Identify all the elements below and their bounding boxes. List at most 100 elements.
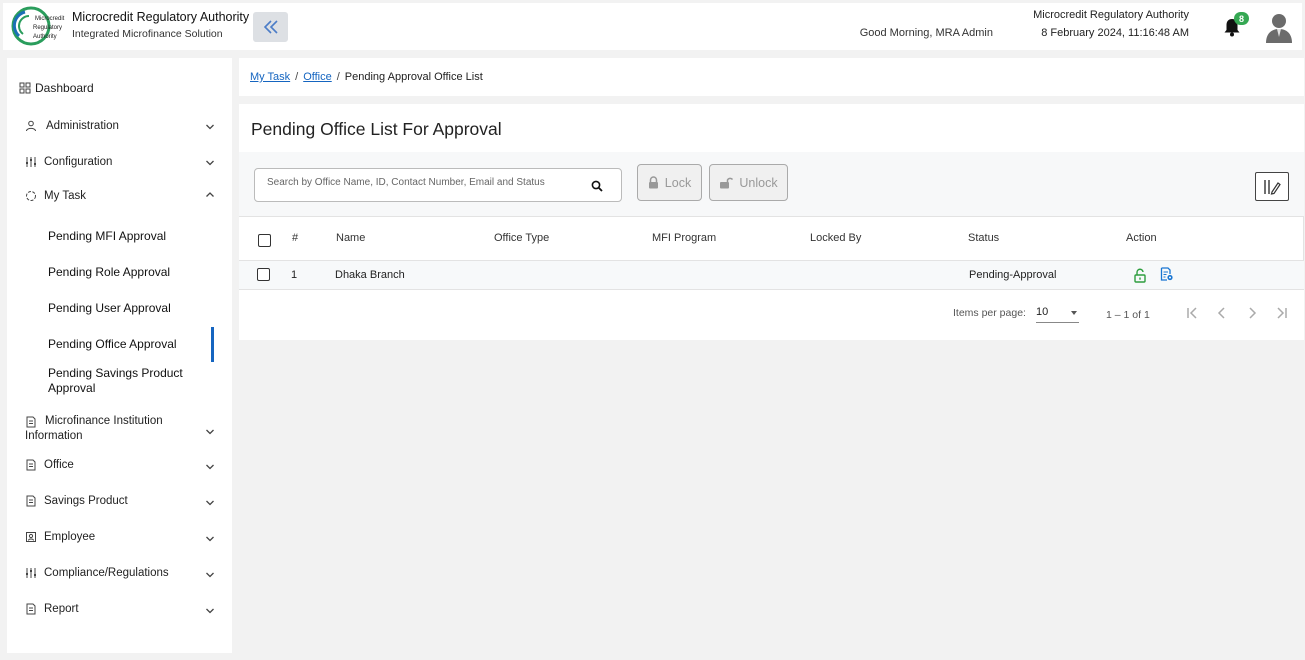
- breadcrumb-separator: /: [336, 71, 340, 83]
- column-settings-button[interactable]: [1255, 172, 1289, 201]
- table-header: # Name Office Type MFI Program Locked By…: [239, 216, 1304, 261]
- notification-badge: 8: [1234, 12, 1249, 25]
- unlock-label: Unlock: [739, 175, 778, 190]
- items-per-page-label: Items per page:: [953, 307, 1026, 319]
- collapse-sidebar-button[interactable]: [253, 12, 288, 42]
- sliders-icon: [26, 157, 36, 167]
- sidebar-item-office[interactable]: Office: [7, 457, 232, 473]
- unlock-action-icon[interactable]: [1134, 268, 1146, 283]
- sub-item-pending-savings[interactable]: Pending Savings Product Approval: [48, 366, 198, 396]
- table-row: 1 Dhaka Branch Pending-Approval: [239, 261, 1304, 290]
- breadcrumb: My Task / Office / Pending Approval Offi…: [239, 58, 1304, 96]
- sidebar-item-report[interactable]: Report: [7, 601, 232, 617]
- sidebar-item-label: Compliance/Regulations: [44, 567, 169, 579]
- chevron-down-icon: [206, 124, 214, 130]
- last-page-icon[interactable]: [1274, 305, 1290, 321]
- chevron-down-icon: [206, 572, 214, 578]
- column-header-locked-by[interactable]: Locked By: [810, 232, 861, 244]
- document-icon: [26, 495, 36, 507]
- sidebar-item-label: Office: [44, 459, 74, 471]
- sliders-icon: [26, 568, 36, 578]
- next-page-icon[interactable]: [1244, 305, 1260, 321]
- select-all-checkbox[interactable]: [258, 234, 271, 247]
- sidebar-item-mfi-information[interactable]: Microfinance Institution Information: [7, 414, 232, 444]
- active-indicator: [211, 327, 214, 362]
- chevron-down-icon: [206, 608, 214, 614]
- document-icon: [26, 603, 36, 615]
- top-header: Microcredit Regulatory Authority Microcr…: [3, 3, 1302, 50]
- sidebar-item-label: My Task: [44, 190, 86, 202]
- chevron-down-icon: [206, 160, 214, 166]
- search-icon[interactable]: [591, 180, 603, 192]
- cell-status: Pending-Approval: [969, 269, 1057, 281]
- lock-icon: [648, 176, 658, 189]
- items-per-page-select[interactable]: 10: [1036, 303, 1079, 323]
- breadcrumb-link-office[interactable]: Office: [303, 71, 332, 83]
- task-icon: [26, 191, 36, 201]
- first-page-icon[interactable]: [1184, 305, 1200, 321]
- office-list-card: Pending Office List For Approval Lock Un…: [239, 104, 1304, 340]
- column-header-mfi-program[interactable]: MFI Program: [652, 232, 716, 244]
- previous-page-icon[interactable]: [1214, 305, 1230, 321]
- double-chevron-left-icon: [263, 20, 278, 34]
- chevron-down-icon: [206, 500, 214, 506]
- paginator: Items per page: 10 1 – 1 of 1: [239, 290, 1304, 340]
- sidebar-item-label: Report: [44, 603, 79, 615]
- chevron-down-icon: [206, 429, 214, 435]
- mra-logo: Microcredit Regulatory Authority: [11, 6, 65, 46]
- cell-number: 1: [291, 269, 298, 281]
- column-edit-icon: [1264, 179, 1281, 195]
- unlock-button[interactable]: Unlock: [709, 164, 788, 201]
- sidebar-item-label: Microfinance Institution Information: [25, 415, 163, 442]
- sidebar-item-label: Dashboard: [35, 81, 94, 95]
- sidebar-item-label: Administration: [46, 120, 119, 132]
- grid-icon: [19, 82, 31, 94]
- sidebar-item-dashboard[interactable]: Dashboard: [7, 80, 232, 96]
- document-icon: [26, 459, 36, 471]
- search-field[interactable]: [254, 168, 622, 202]
- breadcrumb-link-my-task[interactable]: My Task: [250, 71, 290, 83]
- sub-item-pending-office[interactable]: Pending Office Approval: [48, 337, 177, 351]
- sidebar-item-label: Savings Product: [44, 495, 128, 507]
- sub-item-pending-user[interactable]: Pending User Approval: [48, 301, 171, 315]
- breadcrumb-current: Pending Approval Office List: [344, 71, 483, 83]
- items-per-page-value: 10: [1036, 306, 1049, 318]
- column-header-action: Action: [1126, 232, 1157, 244]
- sidebar-item-savings-product[interactable]: Savings Product: [7, 493, 232, 509]
- greeting-text: Good Morning, MRA Admin: [859, 27, 993, 39]
- user-avatar[interactable]: [1264, 11, 1294, 43]
- column-header-status[interactable]: Status: [968, 232, 999, 244]
- column-header-office-type[interactable]: Office Type: [494, 232, 549, 244]
- sub-item-pending-mfi[interactable]: Pending MFI Approval: [48, 229, 166, 243]
- chevron-up-icon: [206, 192, 214, 197]
- svg-text:Regulatory: Regulatory: [33, 25, 62, 31]
- employee-icon: [26, 532, 36, 542]
- chevron-down-icon: [206, 464, 214, 470]
- brand-title: Microcredit Regulatory Authority: [72, 10, 250, 24]
- dropdown-caret-icon: [1071, 311, 1077, 315]
- column-header-name[interactable]: Name: [336, 232, 365, 244]
- sub-item-pending-role[interactable]: Pending Role Approval: [48, 265, 170, 279]
- sidebar-item-my-task[interactable]: My Task: [7, 188, 232, 204]
- breadcrumb-separator: /: [295, 71, 299, 83]
- lock-label: Lock: [664, 175, 692, 190]
- sidebar-item-compliance[interactable]: Compliance/Regulations: [7, 565, 232, 581]
- sidebar-item-configuration[interactable]: Configuration: [7, 154, 232, 170]
- page-title: Pending Office List For Approval: [251, 119, 502, 139]
- sidebar-item-administration[interactable]: Administration: [7, 118, 232, 134]
- sidebar-item-label: Configuration: [44, 156, 113, 168]
- svg-text:Microcredit: Microcredit: [35, 16, 65, 22]
- view-details-icon[interactable]: [1160, 267, 1174, 281]
- chevron-down-icon: [206, 536, 214, 542]
- unlock-icon: [720, 177, 734, 189]
- current-datetime: 8 February 2024, 11:16:48 AM: [1041, 27, 1189, 39]
- sidebar-item-employee[interactable]: Employee: [7, 529, 232, 545]
- sidebar-item-label: Employee: [44, 531, 96, 543]
- svg-text:Authority: Authority: [33, 34, 57, 40]
- brand-subtitle: Integrated Microfinance Solution: [72, 28, 223, 40]
- sidebar: Dashboard Administration Configuration M…: [7, 58, 232, 653]
- page-range-label: 1 – 1 of 1: [1106, 309, 1150, 321]
- row-checkbox[interactable]: [257, 268, 270, 281]
- lock-button[interactable]: Lock: [637, 164, 702, 201]
- search-input[interactable]: [267, 177, 587, 188]
